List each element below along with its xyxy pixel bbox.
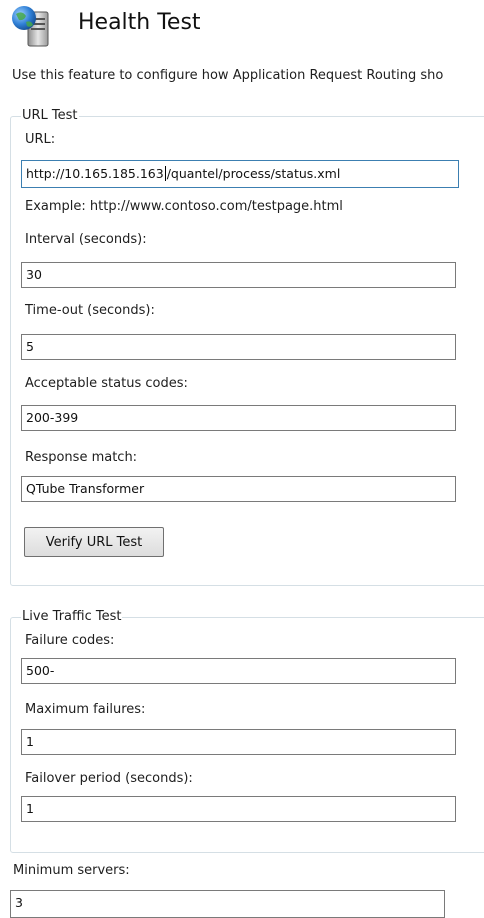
text-caret <box>164 166 166 181</box>
verify-url-test-button[interactable]: Verify URL Test <box>24 527 164 557</box>
url-input-text-before-caret: http://10.165.185.163 <box>26 166 164 181</box>
failure-codes-label: Failure codes: <box>25 633 115 648</box>
timeout-input[interactable]: 5 <box>21 334 456 360</box>
url-input[interactable]: http://10.165.185.163/quantel/process/st… <box>21 160 459 188</box>
failover-period-input[interactable]: 1 <box>21 796 456 822</box>
failure-codes-input[interactable]: 500- <box>21 658 456 684</box>
minimum-servers-input[interactable]: 3 <box>10 890 445 918</box>
failover-period-label: Failover period (seconds): <box>25 771 193 786</box>
response-match-label: Response match: <box>25 450 138 465</box>
server-globe-icon <box>12 6 49 47</box>
timeout-label: Time-out (seconds): <box>25 303 155 318</box>
response-match-input[interactable]: QTube Transformer <box>21 476 456 502</box>
url-example-text: Example: http://www.contoso.com/testpage… <box>25 199 343 214</box>
url-input-text-after-caret: /quantel/process/status.xml <box>166 166 341 181</box>
status-codes-input[interactable]: 200-399 <box>21 405 456 431</box>
url-label: URL: <box>25 132 56 147</box>
page-header: Health Test <box>10 4 201 48</box>
minimum-servers-label: Minimum servers: <box>13 863 130 878</box>
interval-input[interactable]: 30 <box>21 262 456 288</box>
feature-description: Use this feature to configure how Applic… <box>12 68 444 83</box>
status-codes-label: Acceptable status codes: <box>25 376 188 391</box>
max-failures-label: Maximum failures: <box>25 702 146 717</box>
live-traffic-test-legend: Live Traffic Test <box>21 609 123 624</box>
interval-label: Interval (seconds): <box>25 232 147 247</box>
max-failures-input[interactable]: 1 <box>21 729 456 755</box>
page-title: Health Test <box>78 10 201 35</box>
url-test-legend: URL Test <box>21 108 79 123</box>
